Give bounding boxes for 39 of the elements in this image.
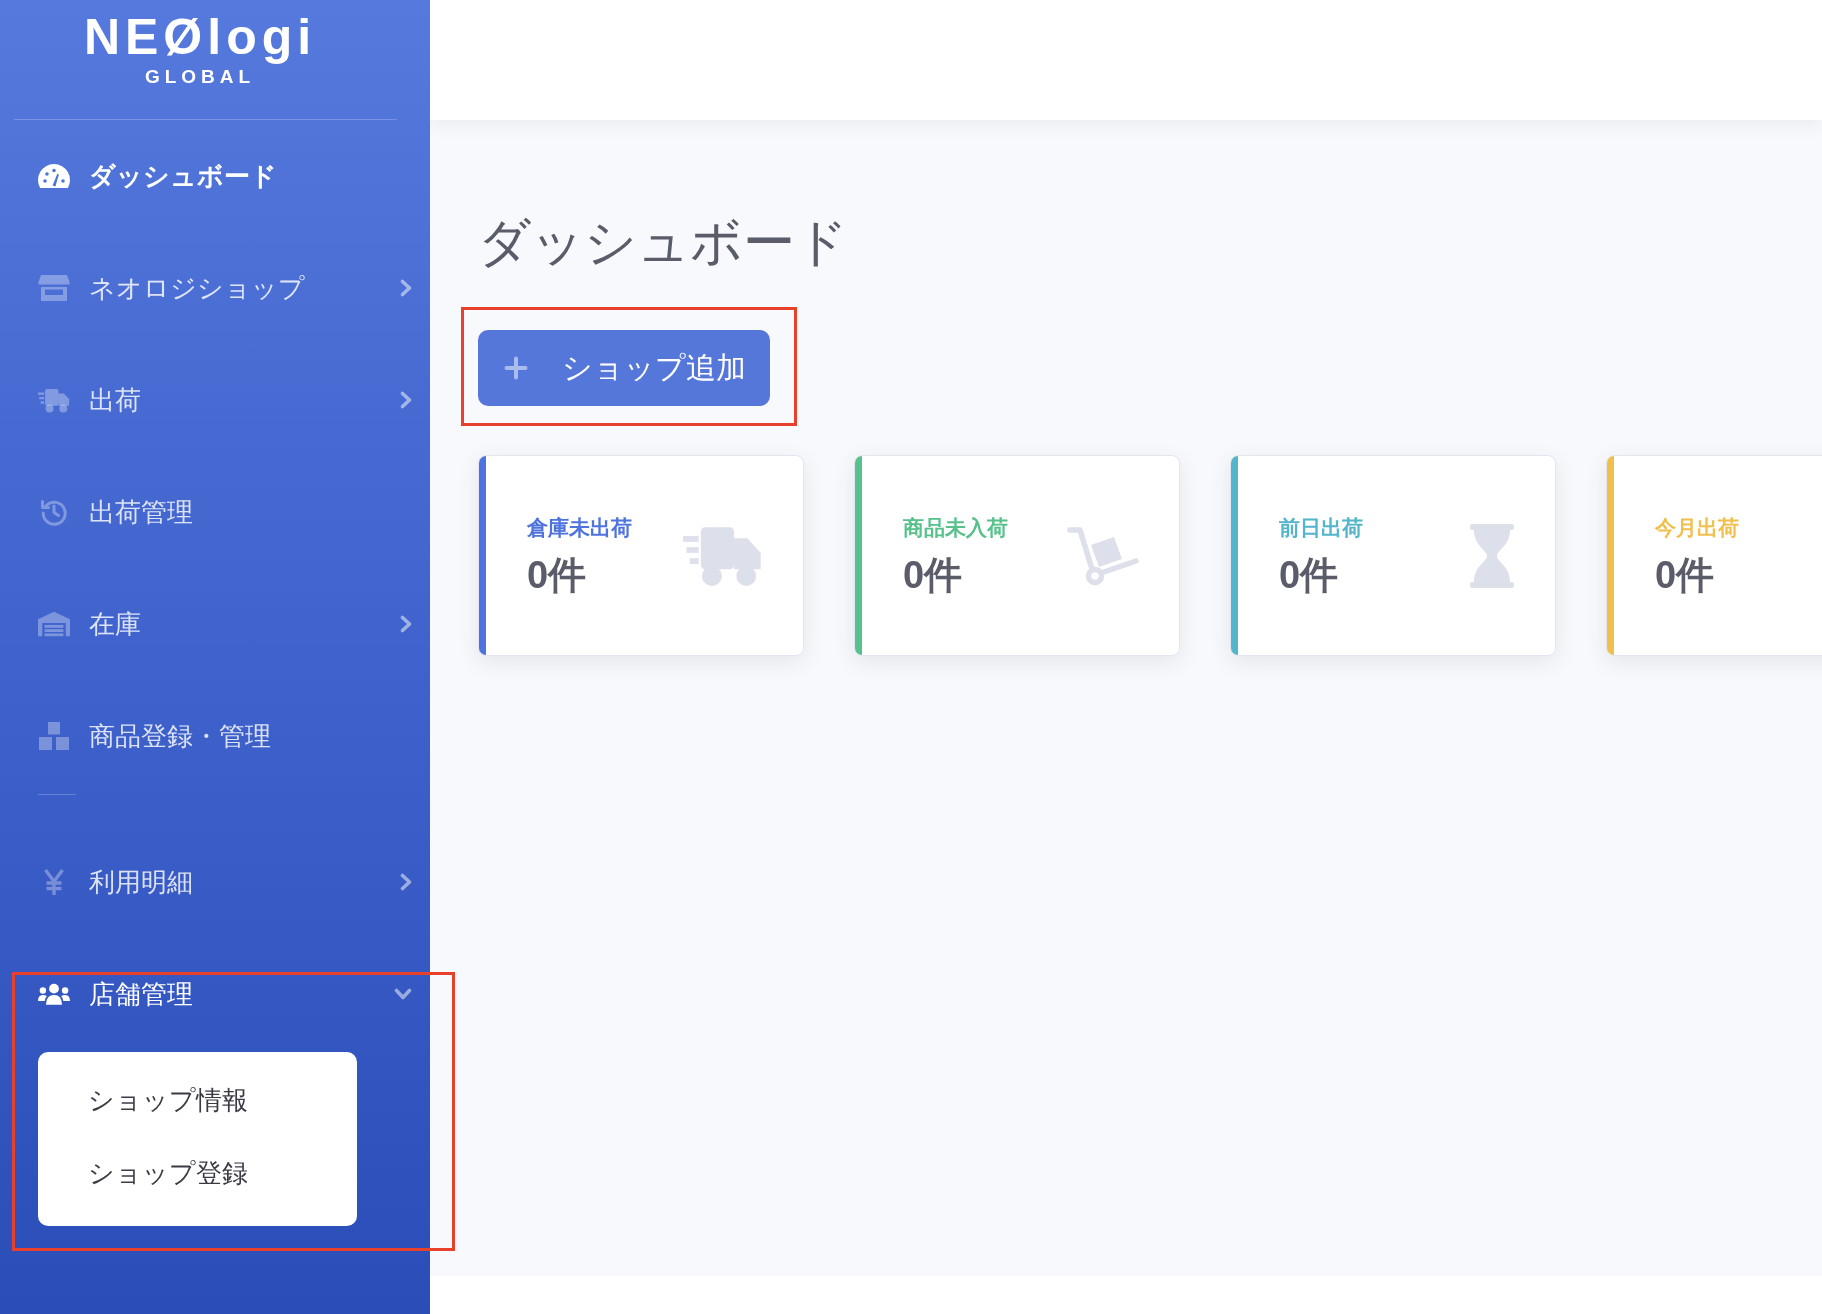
add-shop-button[interactable]: ショップ追加 [478, 330, 770, 406]
stat-value: 0件 [903, 552, 964, 598]
nav-link[interactable]: 在庫 [0, 568, 430, 680]
hourglass-icon [1469, 523, 1515, 588]
nav-link[interactable]: 利用明細 [0, 826, 430, 938]
nav-link[interactable]: 商品登録・管理 [0, 680, 430, 792]
history-icon [40, 498, 68, 526]
stat-label: 商品未入荷 [903, 514, 1008, 541]
logo-wordmark: NEØlogi [83, 10, 317, 64]
truck-icon [38, 386, 70, 414]
nav-link[interactable]: 店舗管理 [0, 938, 430, 1050]
chevron-down-icon [394, 988, 412, 1000]
stat-value: 0件 [527, 552, 588, 598]
chevron-right-icon [400, 873, 412, 891]
stat-label: 前日出荷 [1279, 514, 1363, 541]
stat-value: 0件 [1279, 552, 1340, 598]
hand-truck-icon [1067, 525, 1139, 586]
nav-link[interactable]: ダッシュボード [0, 120, 430, 232]
users-icon [38, 983, 70, 1005]
chevron-right-icon [400, 279, 412, 297]
warehouse-icon [38, 611, 70, 637]
stat-label: 倉庫未出荷 [527, 514, 632, 541]
gauge-icon [38, 164, 70, 188]
submenu-link[interactable]: ショップ情報 [38, 1064, 357, 1137]
yen-icon [44, 869, 64, 895]
stat-value: 0件 [1655, 552, 1716, 598]
nav-link[interactable]: ネオロジショップ [0, 232, 430, 344]
truck-icon [683, 524, 763, 587]
chevron-right-icon [400, 615, 412, 633]
plus-icon [504, 356, 528, 380]
chevron-right-icon [400, 391, 412, 409]
boxes-icon [39, 722, 69, 750]
submenu-link[interactable]: ショップ登録 [38, 1137, 357, 1210]
nav-link[interactable]: 出荷 [0, 344, 430, 456]
stat-label: 今月出荷 [1655, 514, 1739, 541]
logo-tagline: GLOBAL [144, 66, 256, 88]
page-title: ダッシュボード [478, 212, 849, 273]
store-icon [38, 274, 70, 302]
nav-link[interactable]: 出荷管理 [0, 456, 430, 568]
